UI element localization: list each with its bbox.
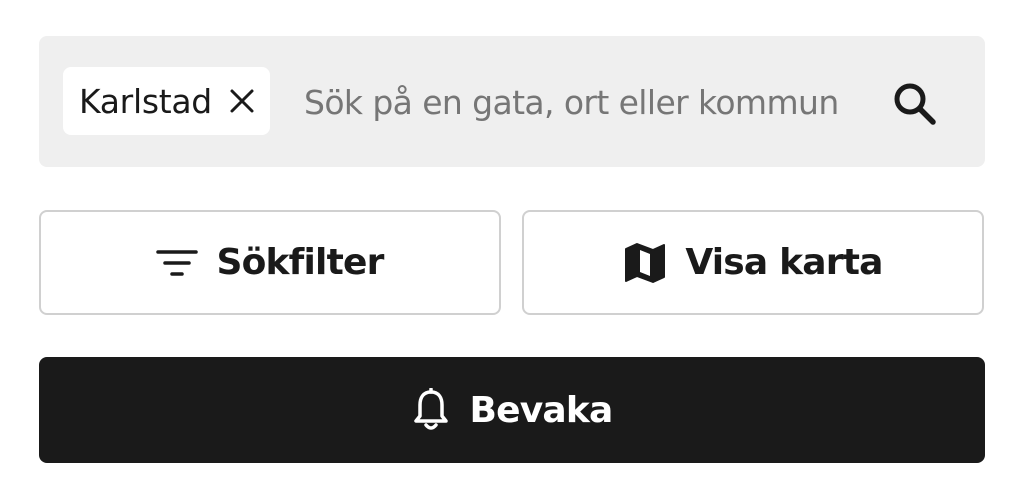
watch-button[interactable]: Bevaka [39, 357, 985, 463]
close-icon[interactable] [226, 85, 258, 117]
map-icon [623, 241, 667, 285]
location-chip[interactable]: Karlstad [63, 67, 270, 135]
filter-lines-icon [156, 247, 199, 279]
show-map-button[interactable]: Visa karta [522, 210, 984, 315]
search-filter-button[interactable]: Sökfilter [39, 210, 501, 315]
location-chip-label: Karlstad [79, 81, 212, 121]
bell-icon [411, 388, 451, 432]
search-input[interactable] [304, 72, 864, 132]
search-bar: Karlstad [39, 36, 985, 167]
search-icon[interactable] [885, 76, 945, 132]
search-filter-label: Sökfilter [216, 242, 384, 283]
show-map-label: Visa karta [685, 242, 883, 283]
watch-label: Bevaka [469, 389, 613, 431]
